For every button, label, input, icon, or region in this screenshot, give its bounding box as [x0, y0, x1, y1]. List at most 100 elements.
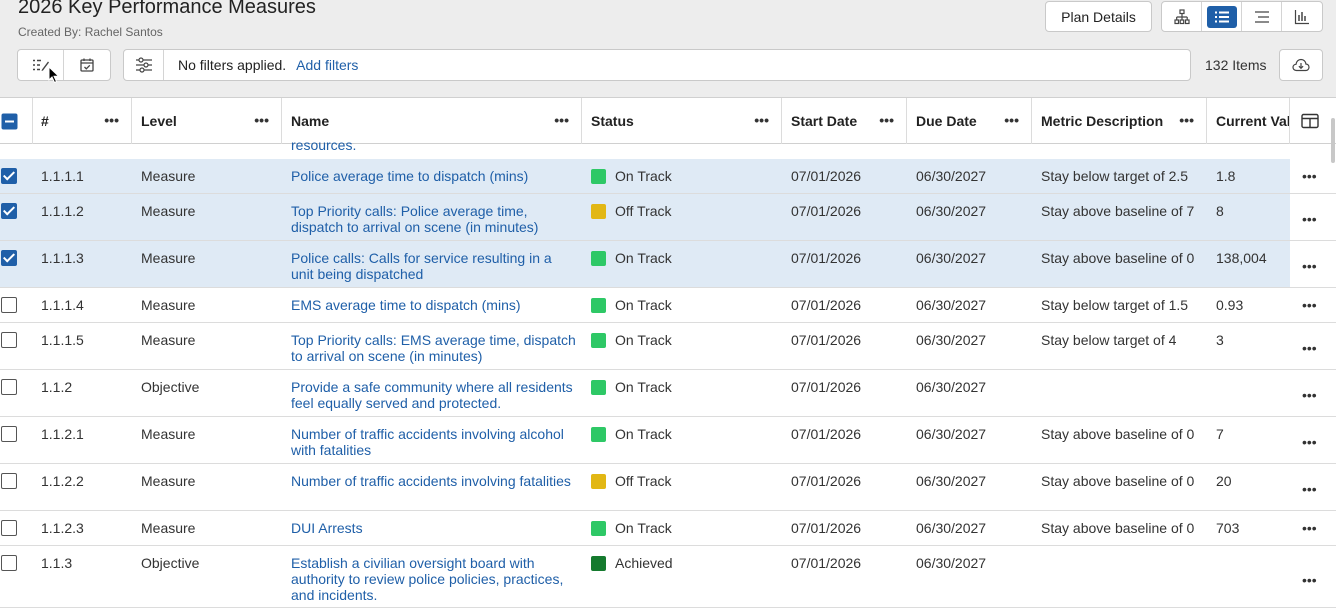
column-menu-icon[interactable]: •••: [754, 112, 769, 128]
row-name-link[interactable]: Top Priority calls: Police average time,…: [291, 203, 576, 235]
calendar-button[interactable]: [64, 50, 110, 80]
row-menu-icon[interactable]: •••: [1302, 340, 1317, 356]
table-row[interactable]: 1.1.2.3 Measure DUI Arrests On Track 07/01/2…: [0, 511, 1336, 546]
row-metric-description: Stay below target of 1.5: [1041, 297, 1189, 313]
row-menu-icon[interactable]: •••: [1302, 520, 1317, 536]
row-name-link[interactable]: Provide a safe community where all resid…: [291, 379, 576, 411]
chart-view-button[interactable]: [1282, 2, 1322, 31]
row-due-date: 06/30/2027: [916, 250, 987, 266]
row-checkbox[interactable]: [1, 250, 17, 266]
table-row[interactable]: 1.1.3 Objective Establish a civilian overs…: [0, 546, 1336, 608]
row-menu-icon[interactable]: •••: [1302, 481, 1317, 497]
row-name-link[interactable]: Number of traffic accidents involving fa…: [291, 473, 576, 489]
row-number: 1.1.2: [41, 379, 73, 395]
row-checkbox[interactable]: [1, 168, 17, 184]
column-menu-icon[interactable]: •••: [104, 112, 119, 128]
export-button[interactable]: [1279, 49, 1323, 81]
table-row[interactable]: 1.1.1.3 Measure Police calls: Calls for se…: [0, 241, 1336, 288]
row-name-link[interactable]: Police calls: Calls for service resultin…: [291, 250, 576, 282]
row-number: 1.1.1.3: [41, 250, 84, 266]
row-current-value: 8: [1216, 203, 1224, 219]
row-menu-icon[interactable]: •••: [1302, 211, 1317, 227]
column-menu-icon[interactable]: •••: [554, 112, 569, 128]
row-menu-icon[interactable]: •••: [1302, 168, 1317, 184]
align-view-button[interactable]: [1242, 2, 1282, 31]
table-row[interactable]: 1.1.1.4 Measure EMS average time to dispat…: [0, 288, 1336, 323]
table-row[interactable]: 1.1.1.5 Measure Top Priority calls: EMS av…: [0, 323, 1336, 370]
table-row[interactable]: 1.1.1.1 Measure Police average time to dis…: [0, 159, 1336, 194]
col-status[interactable]: Status •••: [583, 98, 782, 144]
row-metric-description: Stay above baseline of 0: [1041, 473, 1195, 489]
column-chooser-button[interactable]: [1290, 98, 1330, 144]
table-row[interactable]: 1.1.2.2 Measure Number of traffic accident…: [0, 464, 1336, 511]
hierarchy-view-button[interactable]: [1162, 2, 1202, 31]
bulk-actions-group: [17, 49, 111, 81]
row-start-date: 07/01/2026: [791, 473, 862, 489]
row-level: Measure: [141, 473, 196, 489]
plan-details-button[interactable]: Plan Details: [1045, 1, 1152, 32]
row-checkbox[interactable]: [1, 555, 17, 571]
row-menu-icon[interactable]: •••: [1302, 387, 1317, 403]
row-current-value: 138,004: [1216, 250, 1267, 266]
column-menu-icon[interactable]: •••: [1004, 112, 1019, 128]
row-level: Measure: [141, 332, 196, 348]
row-status: On Track: [591, 379, 672, 395]
col-number[interactable]: # •••: [33, 98, 132, 144]
row-checkbox[interactable]: [1, 332, 17, 348]
status-indicator: [591, 427, 606, 442]
row-start-date: 07/01/2026: [791, 426, 862, 442]
row-menu-icon[interactable]: •••: [1302, 297, 1317, 313]
row-checkbox[interactable]: [1, 379, 17, 395]
col-due-date[interactable]: Due Date •••: [908, 98, 1032, 144]
status-indicator: [591, 474, 606, 489]
row-name-link[interactable]: Police average time to dispatch (mins): [291, 168, 576, 184]
add-filters-link[interactable]: Add filters: [296, 57, 358, 73]
row-name-link[interactable]: Top Priority calls: EMS average time, di…: [291, 332, 576, 364]
filter-bar: No filters applied. Add filters: [123, 49, 1191, 81]
row-start-date: 07/01/2026: [791, 250, 862, 266]
table-row[interactable]: 1.1.1.2 Measure Top Priority calls: Police…: [0, 194, 1336, 241]
row-checkbox[interactable]: [1, 426, 17, 442]
column-menu-icon[interactable]: •••: [254, 112, 269, 128]
row-current-value: 0.93: [1216, 297, 1244, 313]
status-label: On Track: [615, 332, 672, 348]
row-level: Measure: [141, 426, 196, 442]
filter-settings-button[interactable]: [124, 50, 164, 80]
col-start-date[interactable]: Start Date •••: [783, 98, 907, 144]
col-metric-description[interactable]: Metric Description •••: [1033, 98, 1207, 144]
row-status: On Track: [591, 520, 672, 536]
row-menu-icon[interactable]: •••: [1302, 434, 1317, 450]
row-start-date: 07/01/2026: [791, 297, 862, 313]
row-start-date: 07/01/2026: [791, 520, 862, 536]
row-checkbox[interactable]: [1, 297, 17, 313]
mouse-cursor-icon: [48, 66, 60, 84]
row-name-link[interactable]: EMS average time to dispatch (mins): [291, 297, 576, 313]
status-indicator: [591, 204, 606, 219]
list-view-button[interactable]: [1202, 2, 1242, 31]
status-label: On Track: [615, 168, 672, 184]
row-checkbox[interactable]: [1, 473, 17, 489]
row-checkbox[interactable]: [1, 520, 17, 536]
table-row[interactable]: 1.1.2.1 Measure Number of traffic accident…: [0, 417, 1336, 464]
column-menu-icon[interactable]: •••: [879, 112, 894, 128]
col-current-value[interactable]: Current Value: [1208, 98, 1290, 144]
status-indicator: [591, 380, 606, 395]
row-name-link[interactable]: Number of traffic accidents involving al…: [291, 426, 576, 458]
row-number: 1.1.1.2: [41, 203, 84, 219]
column-menu-icon[interactable]: •••: [1179, 112, 1194, 128]
col-level[interactable]: Level •••: [133, 98, 282, 144]
row-name-link[interactable]: Establish a civilian oversight board wit…: [291, 555, 576, 603]
vertical-scrollbar[interactable]: [1331, 118, 1335, 163]
status-indicator: [591, 333, 606, 348]
table-row[interactable]: 1.1.2 Objective Provide a safe community w…: [0, 370, 1336, 417]
row-menu-icon[interactable]: •••: [1302, 258, 1317, 274]
row-number: 1.1.3: [41, 555, 73, 571]
partial-row-name[interactable]: resources.: [291, 135, 356, 153]
row-level: Measure: [141, 203, 196, 219]
row-menu-icon[interactable]: •••: [1302, 572, 1317, 588]
calendar-check-icon: [80, 58, 94, 72]
row-checkbox[interactable]: [1, 203, 17, 219]
row-name-link[interactable]: DUI Arrests: [291, 520, 576, 536]
select-all-checkbox[interactable]: [1, 113, 18, 130]
page-header: 2026 Key Performance Measures Created By…: [0, 0, 1336, 97]
